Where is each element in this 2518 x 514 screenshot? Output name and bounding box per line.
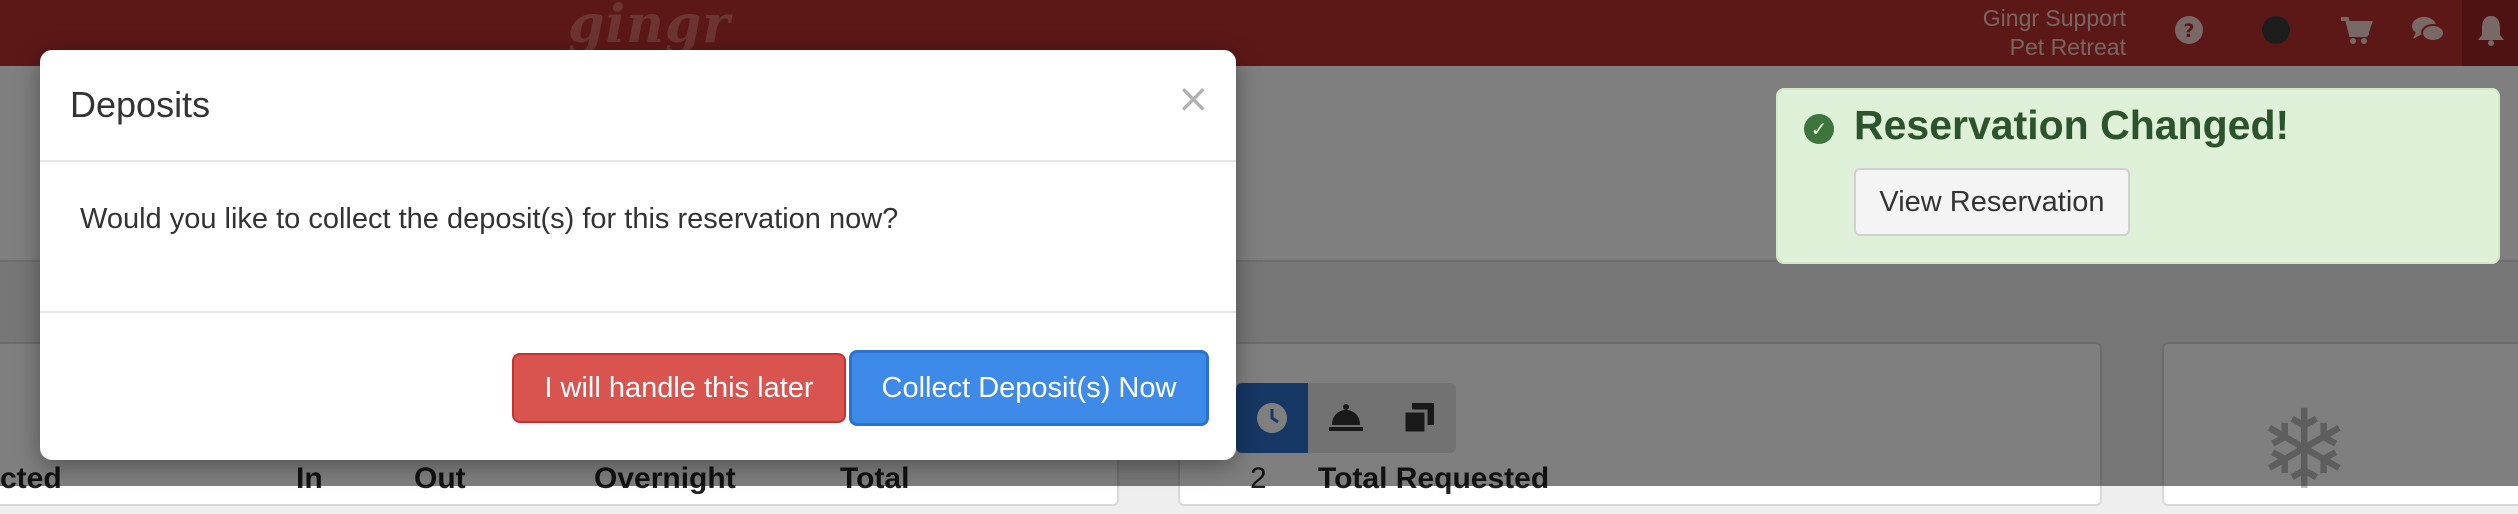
reservation-changed-toast: ✓ Reservation Changed! View Reservation xyxy=(1776,88,2500,264)
close-icon[interactable]: × xyxy=(1176,76,1210,122)
view-reservation-button[interactable]: View Reservation xyxy=(1854,168,2130,236)
modal-header: Deposits × xyxy=(40,50,1236,162)
toast-title: Reservation Changed! xyxy=(1854,102,2290,148)
handle-later-button[interactable]: I will handle this later xyxy=(512,353,846,423)
modal-title: Deposits xyxy=(70,84,211,125)
modal-message: Would you like to collect the deposit(s)… xyxy=(80,203,899,235)
deposits-modal: Deposits × Would you like to collect the… xyxy=(40,50,1236,460)
check-circle-icon: ✓ xyxy=(1804,114,1834,144)
collect-deposit-button[interactable]: Collect Deposit(s) Now xyxy=(849,350,1209,426)
modal-footer: I will handle this later Collect Deposit… xyxy=(40,311,1236,462)
